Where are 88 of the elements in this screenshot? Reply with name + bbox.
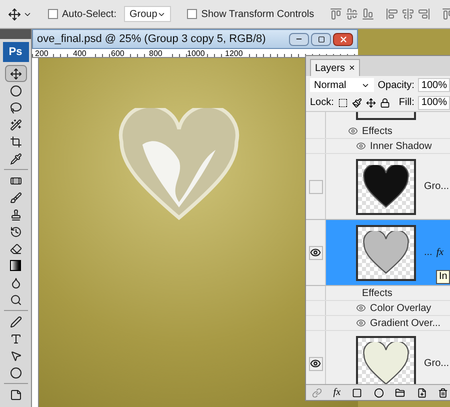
effect-name: Color Overlay xyxy=(370,302,432,316)
heal-icon xyxy=(10,174,22,186)
layer-style-button[interactable]: fx xyxy=(333,385,341,400)
notes-icon xyxy=(10,388,22,400)
layer-name: ... xyxy=(424,246,432,260)
shape-icon xyxy=(10,366,22,378)
visibility-toggle[interactable] xyxy=(308,246,322,260)
blend-mode-dropdown[interactable]: Normal xyxy=(310,78,374,92)
effect-name: Gradient Over... xyxy=(370,316,441,330)
stamp-icon xyxy=(10,208,22,220)
eye-icon xyxy=(310,247,321,258)
dropdown-value: Group xyxy=(129,8,158,22)
move-tool-preset[interactable] xyxy=(8,8,32,20)
move-tool[interactable] xyxy=(4,65,26,82)
move-icon xyxy=(8,8,21,20)
heart-icon xyxy=(362,230,410,274)
dropdown-value: Normal xyxy=(314,78,346,92)
document-title: ove_final.psd @ 25% (Group 3 copy 5, RGB/8) xyxy=(37,32,266,47)
eye-icon xyxy=(310,358,321,369)
effect-name: Inner Shadow xyxy=(370,140,432,154)
folder-icon[interactable] xyxy=(395,388,406,398)
link-icon[interactable] xyxy=(312,388,322,398)
dodge-icon xyxy=(10,294,22,306)
close-button[interactable] xyxy=(333,32,353,46)
effects-label: Effects xyxy=(362,286,392,300)
type-icon xyxy=(10,332,22,344)
align-icon[interactable] xyxy=(330,8,342,20)
target-dropdown[interactable]: Group xyxy=(124,6,172,22)
panel-header xyxy=(0,29,31,39)
move-icon xyxy=(10,68,22,80)
lock-all-icon[interactable] xyxy=(380,98,390,108)
layer-name: Gro... xyxy=(424,180,450,194)
wand-icon xyxy=(10,118,22,130)
lock-transparency-icon[interactable] xyxy=(338,98,348,108)
marquee-icon xyxy=(10,84,22,96)
checkbox[interactable] xyxy=(48,9,58,19)
layer-name: Gro... xyxy=(424,357,450,371)
fx-label: fx xyxy=(436,246,444,260)
fill-field[interactable]: 100% xyxy=(418,96,450,110)
lock-position-icon[interactable] xyxy=(366,98,376,108)
effects-label: Effects xyxy=(362,124,392,138)
eye-icon[interactable] xyxy=(356,318,366,328)
brush-icon xyxy=(10,192,22,204)
new-layer-icon[interactable] xyxy=(416,388,427,398)
pen-icon xyxy=(10,316,22,328)
layers-tab[interactable]: Layers × xyxy=(310,59,360,76)
opacity-label: Opacity: xyxy=(378,78,414,92)
align-icon[interactable] xyxy=(362,8,374,20)
visibility-toggle[interactable] xyxy=(308,356,322,370)
eyedropper-icon xyxy=(10,152,22,164)
close-tab-button[interactable]: × xyxy=(349,60,355,76)
close-icon xyxy=(338,34,348,44)
tooltip: In xyxy=(436,270,450,284)
eye-icon[interactable] xyxy=(356,141,366,151)
opacity-field[interactable]: 100% xyxy=(418,78,450,92)
eye-icon[interactable] xyxy=(356,303,366,313)
ruler-label: 800 xyxy=(149,49,167,57)
maximize-icon xyxy=(318,36,324,42)
trash-icon[interactable] xyxy=(438,388,448,398)
ruler-label: 1000 xyxy=(187,49,205,57)
align-icon[interactable] xyxy=(386,8,398,20)
ruler-label: 400 xyxy=(73,49,91,57)
checkbox-label: Auto-Select: xyxy=(62,8,116,22)
checkbox[interactable] xyxy=(187,9,198,19)
align-icon[interactable] xyxy=(418,8,430,20)
eye-icon[interactable] xyxy=(348,126,358,136)
adjustment-icon[interactable] xyxy=(374,388,384,398)
app-logo: Ps xyxy=(2,42,28,62)
gradient-icon xyxy=(10,260,21,271)
tab-label: Layers xyxy=(315,62,346,76)
select-icon xyxy=(10,350,22,362)
layer-row[interactable]: Gro... xyxy=(306,154,450,220)
lasso-icon xyxy=(10,102,22,114)
lock-pixels-icon[interactable] xyxy=(352,98,362,108)
maximize-button[interactable] xyxy=(311,32,331,46)
eraser-icon xyxy=(10,242,22,254)
heart-icon xyxy=(362,164,410,208)
checkbox-label: Show Transform Controls xyxy=(201,8,314,22)
mask-icon[interactable] xyxy=(352,388,362,398)
lock-label: Lock: xyxy=(310,96,334,110)
fill-label: Fill: xyxy=(398,96,414,110)
history-icon xyxy=(10,226,22,238)
crop-icon xyxy=(10,136,22,148)
align-icon[interactable] xyxy=(346,8,358,20)
visibility-toggle[interactable] xyxy=(308,180,322,194)
align-icon[interactable] xyxy=(402,8,414,20)
blur-icon xyxy=(10,276,22,288)
ruler-label: 1200 xyxy=(225,49,243,57)
